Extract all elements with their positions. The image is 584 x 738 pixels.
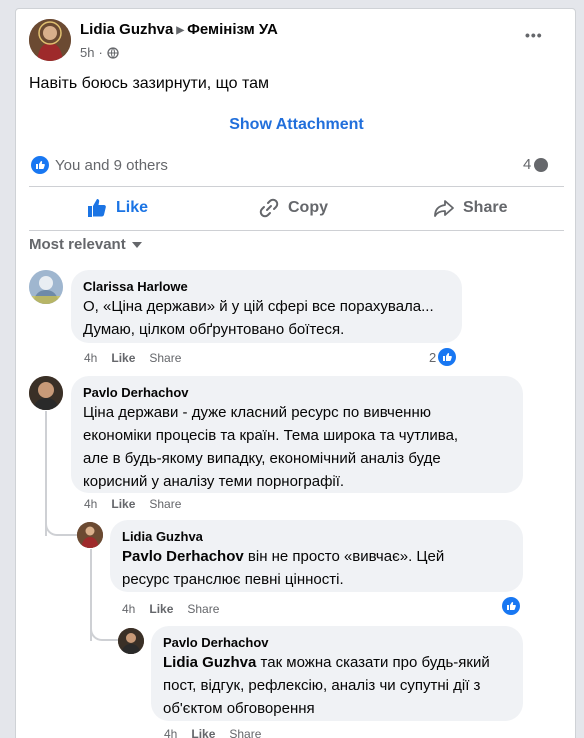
reply-bubble: Lidia Guzhva Pavlo Derhachov він не прос…: [110, 520, 523, 592]
comment-line: Думаю, цілком обґрунтовано боїтеся.: [83, 321, 345, 338]
comment-reactions-count: 2: [429, 349, 437, 365]
comment-line: Ціна держави - дуже класний ресурс по ви…: [83, 404, 431, 421]
like-button[interactable]: Like: [86, 197, 148, 219]
like-reaction-icon: [438, 348, 457, 366]
reply-like-button[interactable]: Like: [191, 727, 215, 738]
link-icon: [259, 198, 279, 218]
comment-line: економіки процесів та країн. Тема широка…: [83, 427, 459, 444]
reply-share-button[interactable]: Share: [187, 602, 219, 616]
comment-bubble: Clarissa Harlowe О, «Ціна держави» й у ц…: [71, 270, 462, 343]
comments-count[interactable]: 4: [523, 156, 549, 173]
comment-line: але в будь-якому випадку, економічний ан…: [83, 450, 441, 467]
author-avatar[interactable]: [29, 19, 71, 61]
group-name[interactable]: Фемінізм УА: [187, 21, 278, 38]
like-label: Like: [116, 199, 149, 216]
like-reaction-icon: [31, 156, 49, 174]
comment-actions: 4h Like Share: [84, 497, 181, 511]
reply-share-button[interactable]: Share: [229, 727, 261, 738]
post-card: Lidia Guzhva ▶ Фемінізм УА 5h · ••• Навіть…: [15, 8, 576, 738]
share-label: Share: [463, 199, 508, 216]
comment-bubble: Pavlo Derhachov Ціна держави - дуже клас…: [71, 376, 523, 493]
copy-button[interactable]: Copy: [258, 197, 328, 219]
post-time[interactable]: 5h: [80, 45, 94, 60]
reply-line: Lidia Guzhva так можна сказати про будь-…: [163, 651, 511, 674]
comment-sort-dropdown[interactable]: Most relevant: [29, 236, 142, 253]
mention-link[interactable]: Pavlo Derhachov: [122, 548, 244, 565]
comment-share-button[interactable]: Share: [149, 497, 181, 511]
comment-line: корисний у аналізу теми порнографії.: [83, 473, 345, 490]
dot-separator: ·: [98, 45, 103, 60]
comment-like-button[interactable]: Like: [111, 351, 135, 365]
reactions-summary[interactable]: You and 9 others: [31, 156, 168, 174]
more-options-icon[interactable]: •••: [525, 27, 543, 43]
post-text: Навіть боюсь зазирнути, що там: [29, 75, 270, 92]
thumbs-up-icon: [88, 199, 106, 217]
reply-author[interactable]: Pavlo Derhachov: [163, 634, 511, 651]
reactions-text: You and 9 others: [55, 156, 168, 174]
mention-link[interactable]: Lidia Guzhva: [163, 654, 256, 671]
comment-time[interactable]: 4h: [84, 351, 97, 365]
author-name[interactable]: Lidia Guzhva: [80, 21, 173, 38]
thread-connector: [45, 509, 77, 536]
thread-connector: [90, 621, 118, 641]
comment-actions: 4h Like Share: [84, 351, 181, 365]
reply-line: об'єктом обговорення: [163, 700, 315, 717]
comment-reactions[interactable]: 2: [429, 348, 457, 366]
globe-icon: [107, 46, 119, 59]
comment-author[interactable]: Clarissa Harlowe: [83, 278, 450, 295]
reply-line: ресурс транслює певні цінності.: [122, 571, 344, 588]
share-button[interactable]: Share: [433, 197, 507, 219]
reply-text: так можна сказати про будь-який: [256, 654, 490, 671]
post-header-title: Lidia Guzhva ▶ Фемінізм УА: [80, 21, 278, 38]
commenter-avatar[interactable]: [29, 376, 63, 410]
reply-like-button[interactable]: Like: [149, 602, 173, 616]
comments-count-value: 4: [523, 156, 532, 173]
copy-label: Copy: [288, 199, 328, 216]
reply-line: Pavlo Derhachov він не просто «вивчає». …: [122, 545, 511, 568]
like-reaction-icon[interactable]: [502, 597, 520, 615]
caret-down-icon: [131, 241, 142, 248]
commenter-avatar[interactable]: [29, 270, 63, 304]
comment-bubble-icon: [534, 157, 549, 172]
reply-actions: 4h Like Share: [122, 602, 219, 616]
reply-line: пост, відгук, рефлексію, аналіз чи супут…: [163, 677, 481, 694]
show-attachment-link[interactable]: Show Attachment: [16, 116, 577, 134]
reply-avatar[interactable]: [77, 522, 103, 548]
reply-time[interactable]: 4h: [164, 727, 177, 738]
reply-author[interactable]: Lidia Guzhva: [122, 528, 511, 545]
divider-top: [29, 186, 564, 187]
comment-time[interactable]: 4h: [84, 497, 97, 511]
reply-actions: 4h Like Share: [164, 727, 261, 738]
divider-bottom: [29, 230, 564, 231]
post-meta: 5h ·: [80, 45, 119, 60]
comment-share-button[interactable]: Share: [149, 351, 181, 365]
reply-time[interactable]: 4h: [122, 602, 135, 616]
caret-right-icon: ▶: [176, 25, 185, 36]
comment-line: О, «Ціна держави» й у цій сфері все пора…: [83, 298, 434, 315]
sort-label: Most relevant: [29, 236, 126, 253]
share-arrow-icon: [434, 200, 454, 217]
comment-like-button[interactable]: Like: [111, 497, 135, 511]
comment-author[interactable]: Pavlo Derhachov: [83, 384, 511, 401]
reply-bubble: Pavlo Derhachov Lidia Guzhva так можна с…: [151, 626, 523, 721]
reply-text: він не просто «вивчає». Цей: [243, 548, 445, 565]
reply-avatar[interactable]: [118, 628, 144, 654]
